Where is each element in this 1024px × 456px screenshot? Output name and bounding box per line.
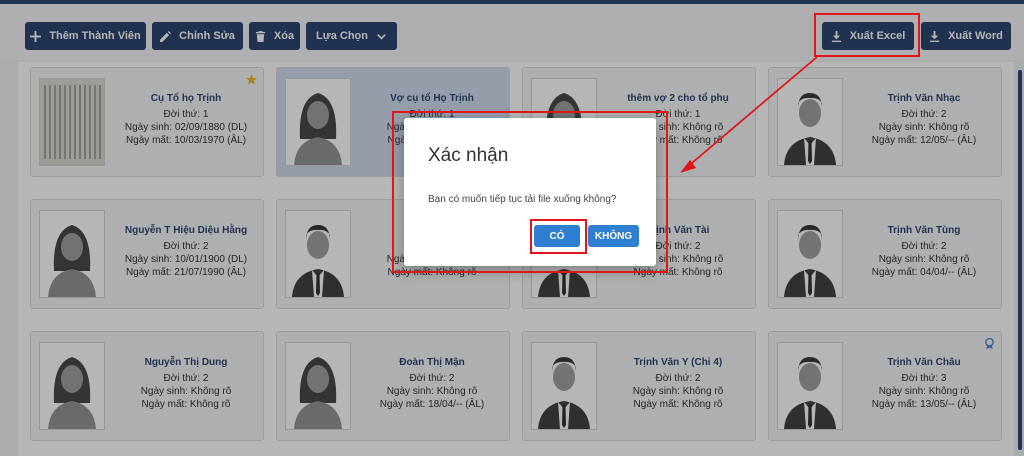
annotation-arrow — [680, 56, 818, 173]
